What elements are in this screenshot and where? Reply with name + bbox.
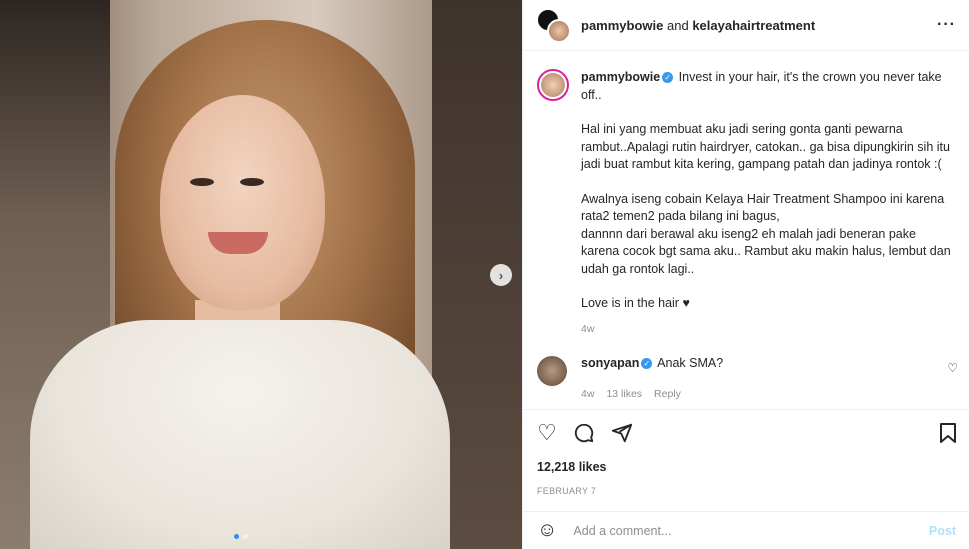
caption: pammybowie ✓ Invest in your hair, it's th… (523, 51, 969, 338)
photo-eye-left (190, 178, 214, 186)
carousel-dot-active (234, 534, 239, 539)
caption-paragraph: Hal ini yang membuat aku jadi sering gon… (581, 122, 950, 171)
comment-item: sonyapan ✓ Anak SMA? 4w 13 likes Reply ♡ (523, 356, 969, 400)
comment-bubble-icon[interactable] (573, 422, 595, 448)
post-header: pammybowie and kelayahairtreatment ··· (523, 0, 969, 51)
like-heart-icon[interactable]: ♡ (537, 422, 557, 448)
verified-icon: ✓ (662, 72, 674, 84)
comment-input[interactable] (571, 522, 929, 539)
post-date: FEBRUARY 7 (537, 486, 597, 496)
comment-like-heart-icon[interactable]: ♡ (947, 361, 958, 375)
header-usernames: pammybowie and kelayahairtreatment (581, 18, 815, 33)
avatar (547, 19, 571, 43)
comment-likes[interactable]: 13 likes (606, 388, 642, 400)
emoji-icon[interactable]: ☺ (537, 519, 557, 542)
caption-paragraph: Awalnya iseng cobain Kelaya Hair Treatme… (581, 191, 951, 276)
post-side-panel: pammybowie and kelayahairtreatment ··· p… (522, 0, 969, 549)
caption-body: pammybowie ✓ Invest in your hair, it's th… (581, 69, 956, 338)
post-actions: ♡ 12,218 likes FEBRUARY 7 (523, 409, 969, 496)
header-and-text: and (666, 17, 689, 33)
photo-cardigan (30, 320, 450, 549)
likes-count[interactable]: 12,218 likes (523, 448, 969, 474)
caption-time: 4w (581, 322, 595, 335)
comment-meta: 4w 13 likes Reply (581, 388, 723, 400)
post-photo[interactable] (0, 0, 522, 549)
comment-body: sonyapan ✓ Anak SMA? 4w 13 likes Reply (581, 356, 723, 400)
header-avatars[interactable] (537, 9, 571, 43)
caption-paragraph: Love is in the hair ♥ (581, 296, 690, 310)
comment-username[interactable]: sonyapan (581, 356, 639, 370)
comment-text: Anak SMA? (657, 356, 724, 370)
header-user2-link[interactable]: kelayahairtreatment (692, 18, 815, 33)
photo-eye-right (240, 178, 264, 186)
header-user1-link[interactable]: pammybowie (581, 18, 663, 33)
share-send-icon[interactable] (611, 422, 633, 448)
more-options-icon[interactable]: ··· (937, 16, 956, 34)
comment-time: 4w (581, 388, 595, 400)
comment-reply[interactable]: Reply (654, 388, 681, 400)
carousel-next-button[interactable]: › (490, 264, 512, 286)
action-icons: ♡ (523, 410, 969, 448)
post-comment-button[interactable]: Post (929, 524, 956, 538)
comment-avatar[interactable] (537, 356, 567, 386)
add-comment-bar: ☺ Post (523, 511, 969, 549)
carousel-dot (243, 534, 248, 539)
caption-avatar[interactable] (537, 69, 569, 101)
caption-username[interactable]: pammybowie (581, 70, 660, 84)
bookmark-icon[interactable] (938, 422, 958, 450)
photo-face (160, 95, 325, 310)
carousel-dots (234, 534, 248, 539)
verified-icon: ✓ (641, 358, 653, 370)
